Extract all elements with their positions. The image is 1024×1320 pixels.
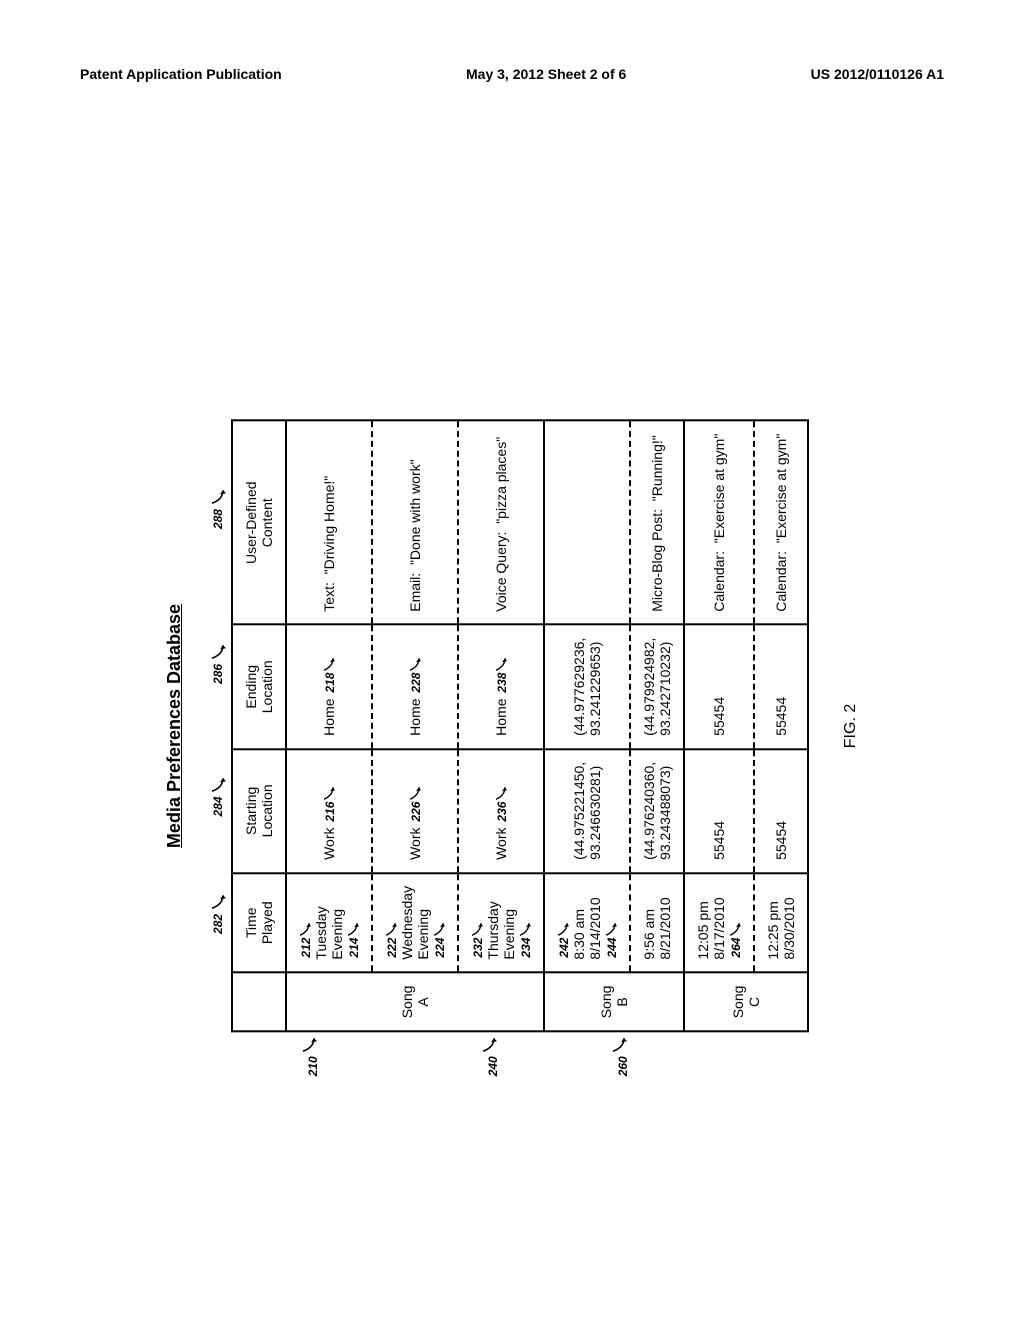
figure-rotated-wrapper: Media Preferences Database 282 284 286: [164, 420, 860, 1033]
callout-arrow-icon: [470, 921, 484, 937]
callout-arrow-icon: [728, 921, 742, 937]
end-location-cell: Home 238: [458, 625, 544, 749]
callout-284: 284: [210, 731, 230, 861]
song-cell: Song B: [544, 973, 684, 1032]
table-row: 12:25 pm 8/30/20105545455454Calendar: "E…: [754, 421, 808, 1032]
callout-arrow-icon: [322, 785, 336, 801]
start-location-cell: (44.975221450, 93.246630281): [544, 749, 630, 873]
callout-arrow-icon: [408, 656, 422, 672]
table-row: Song C12:05 pm 8/17/2010 2645545455454Ca…: [684, 421, 754, 1032]
end-location-cell: Home 218: [286, 625, 372, 749]
callout-234: 234: [518, 921, 533, 958]
callout-arrow-icon: [346, 921, 360, 937]
col-udc: User-Defined Content: [232, 421, 286, 625]
callout-282: 282: [210, 863, 230, 964]
table-row: 9:56 am 8/21/2010(44.976240360, 93.24348…: [630, 421, 684, 1032]
page-header: Patent Application Publication May 3, 20…: [80, 66, 944, 82]
callout-228: 228: [408, 656, 423, 693]
col-song: [232, 973, 286, 1032]
callout-arrow-icon: [210, 893, 226, 911]
callout-286: 286: [210, 598, 230, 728]
end-location-cell: 55454: [684, 625, 754, 749]
callout-288: 288: [210, 421, 230, 596]
callout-arrow-icon: [432, 921, 446, 937]
callout-240: 240: [481, 1035, 500, 1076]
header-row: Time Played Starting Location Ending Loc…: [232, 421, 286, 1032]
figure-caption: FIG. 2: [842, 420, 860, 1033]
callout-arrow-icon: [384, 921, 398, 937]
callout-212: 212: [298, 921, 313, 958]
end-location-cell: 55454: [754, 625, 808, 749]
user-defined-content-cell: [544, 421, 630, 625]
callout-arrow-icon: [604, 921, 618, 937]
callout-242: 242: [556, 921, 571, 958]
col-start: Starting Location: [232, 749, 286, 873]
callout-arrow-icon: [494, 656, 508, 672]
user-defined-content-cell: Email: "Done with work": [372, 421, 458, 625]
time-cell: 2428:30 am 8/14/2010 244: [544, 873, 630, 973]
callout-218: 218: [322, 656, 337, 693]
col-end: Ending Location: [232, 625, 286, 749]
time-cell: 222Wednesday Evening 224: [372, 873, 458, 973]
callout-arrow-icon: [408, 785, 422, 801]
table-row: 232Thursday Evening 234Work 236Home 238V…: [458, 421, 544, 1032]
callout-arrow-icon: [301, 1035, 317, 1053]
callout-226: 226: [408, 785, 423, 822]
callout-arrow-icon: [494, 785, 508, 801]
time-cell: 212Tuesday Evening 214: [286, 873, 372, 973]
callout-210: 210: [301, 1035, 320, 1076]
callout-arrow-icon: [518, 921, 532, 937]
header-right: US 2012/0110126 A1: [811, 66, 944, 82]
end-location-cell: Home 228: [372, 625, 458, 749]
callout-238: 238: [494, 656, 509, 693]
callout-arrow-icon: [210, 643, 226, 661]
end-location-cell: (44.977629236, 93.241229653): [544, 625, 630, 749]
time-cell: 232Thursday Evening 234: [458, 873, 544, 973]
start-location-cell: (44.976240360, 93.243488073): [630, 749, 684, 873]
table-row: Song A212Tuesday Evening 214Work 216Home…: [286, 421, 372, 1032]
table-row: 222Wednesday Evening 224Work 226Home 228…: [372, 421, 458, 1032]
media-preferences-table: Time Played Starting Location Ending Loc…: [231, 420, 809, 1033]
callout-arrow-icon: [481, 1035, 497, 1053]
callout-264: 264: [728, 921, 743, 958]
start-location-cell: Work 236: [458, 749, 544, 873]
user-defined-content-cell: Calendar: "Exercise at gym": [754, 421, 808, 625]
callout-arrow-icon: [322, 656, 336, 672]
callout-arrow-icon: [210, 488, 226, 506]
callout-214: 214: [346, 921, 361, 958]
header-center: May 3, 2012 Sheet 2 of 6: [466, 66, 626, 82]
callout-arrow-icon: [556, 921, 570, 937]
song-cell: Song C: [684, 973, 808, 1032]
start-location-cell: Work 216: [286, 749, 372, 873]
user-defined-content-cell: Text: "Driving Home!": [286, 421, 372, 625]
callout-236: 236: [494, 785, 509, 822]
col-time: Time Played: [232, 873, 286, 973]
time-cell: 12:05 pm 8/17/2010 264: [684, 873, 754, 973]
start-location-cell: 55454: [754, 749, 808, 873]
callout-244: 244: [604, 921, 619, 958]
callout-222: 222: [384, 921, 399, 958]
header-left: Patent Application Publication: [80, 66, 282, 82]
callout-260: 260: [611, 1035, 630, 1076]
callout-arrow-icon: [210, 775, 226, 793]
start-location-cell: 55454: [684, 749, 754, 873]
time-cell: 9:56 am 8/21/2010: [630, 873, 684, 973]
column-callouts-row: 282 284 286 288: [209, 420, 231, 1033]
table-row: Song B2428:30 am 8/14/2010 244(44.975221…: [544, 421, 630, 1032]
database-title: Media Preferences Database: [164, 420, 185, 1033]
callout-arrow-icon: [611, 1035, 627, 1053]
callout-216: 216: [322, 785, 337, 822]
user-defined-content-cell: Micro-Blog Post: "Running!": [630, 421, 684, 625]
time-cell: 12:25 pm 8/30/2010: [754, 873, 808, 973]
user-defined-content-cell: Voice Query: "pizza places": [458, 421, 544, 625]
song-cell: Song A: [286, 973, 544, 1032]
end-location-cell: (44.979924982, 93.242710232): [630, 625, 684, 749]
user-defined-content-cell: Calendar: "Exercise at gym": [684, 421, 754, 625]
callout-224: 224: [432, 921, 447, 958]
callout-232: 232: [470, 921, 485, 958]
start-location-cell: Work 226: [372, 749, 458, 873]
callout-arrow-icon: [298, 921, 312, 937]
